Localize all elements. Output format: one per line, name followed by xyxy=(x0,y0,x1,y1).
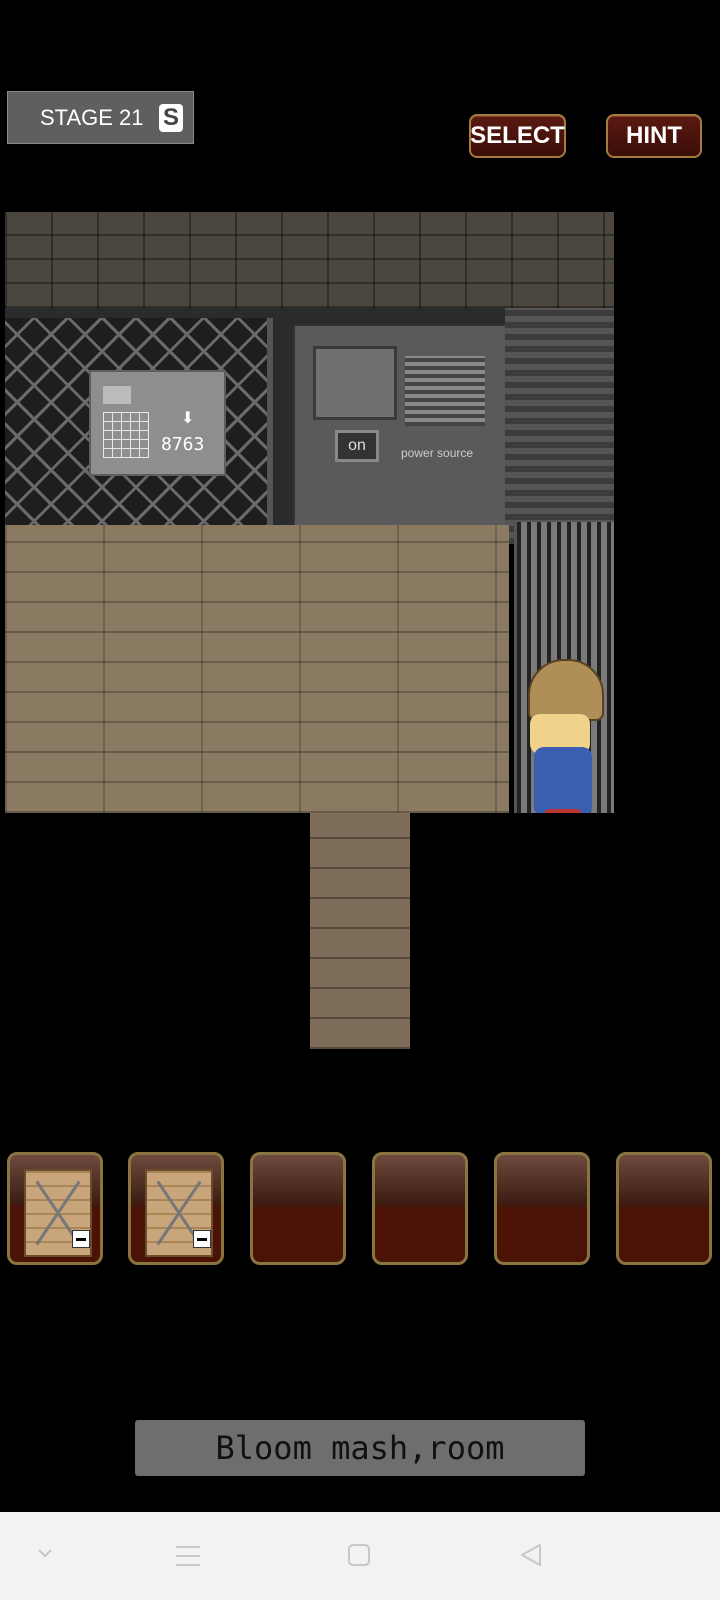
corridor-path[interactable] xyxy=(310,813,410,1049)
inventory-slot-5[interactable] xyxy=(494,1152,590,1265)
inventory-slot-3[interactable] xyxy=(250,1152,346,1265)
inventory-slot-6[interactable] xyxy=(616,1152,712,1265)
character-hat xyxy=(528,659,604,721)
character-feet xyxy=(544,809,582,813)
stage-rank-icon: S xyxy=(159,104,183,132)
panel-grid xyxy=(103,412,149,458)
machine-screen xyxy=(313,346,397,420)
back-triangle-icon[interactable] xyxy=(518,1542,544,1568)
arrow-down-icon: ⬇ xyxy=(181,410,195,427)
chevron-down-icon[interactable] xyxy=(36,1544,54,1562)
code-panel[interactable]: ⬇ 8763 xyxy=(89,370,226,476)
minus-icon xyxy=(72,1230,90,1248)
inventory-slot-2[interactable] xyxy=(128,1152,224,1265)
menu-icon[interactable] xyxy=(176,1546,200,1566)
stone-wall xyxy=(5,212,614,308)
message-box: Bloom mash,room xyxy=(135,1420,585,1476)
select-button[interactable]: SELECT xyxy=(469,114,566,158)
home-square-icon[interactable] xyxy=(348,1544,370,1566)
panel-code: 8763 xyxy=(161,434,205,455)
machine-vents xyxy=(405,356,485,426)
power-machine[interactable]: on power source xyxy=(293,324,507,528)
system-nav-bar xyxy=(0,1512,720,1600)
panel-tag xyxy=(103,386,131,404)
pipes xyxy=(505,308,614,544)
player-character xyxy=(520,659,614,813)
stage-text: STAGE 21 xyxy=(40,104,144,130)
minus-icon xyxy=(193,1230,211,1248)
hint-button[interactable]: HINT xyxy=(606,114,702,158)
power-source-label: power source xyxy=(401,446,474,460)
inventory-slot-4[interactable] xyxy=(372,1152,468,1265)
on-button[interactable]: on xyxy=(335,430,379,462)
character-body xyxy=(534,747,592,813)
chain-fence: ⬇ 8763 xyxy=(5,318,273,528)
inventory-slot-1[interactable] xyxy=(7,1152,103,1265)
stage-label: STAGE 21 S xyxy=(7,91,194,144)
floor[interactable] xyxy=(5,525,509,813)
game-scene[interactable]: ⬇ 8763 on power source xyxy=(5,212,614,813)
machine-area: ⬇ 8763 on power source xyxy=(5,308,614,544)
